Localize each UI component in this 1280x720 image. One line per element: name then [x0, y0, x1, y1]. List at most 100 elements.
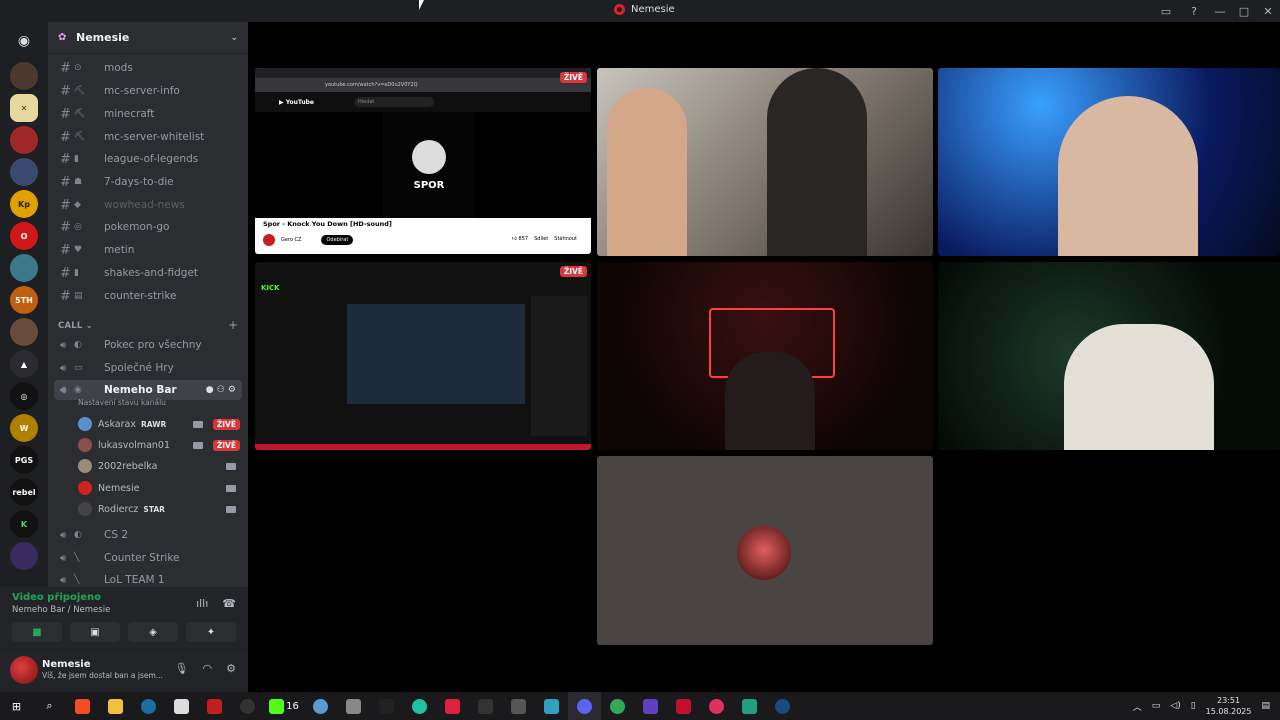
server-icon[interactable]: O — [10, 222, 38, 250]
server-icon[interactable] — [10, 126, 38, 154]
close-button[interactable]: ✕ — [1256, 0, 1280, 22]
channel-avatar[interactable] — [263, 234, 275, 246]
volume-icon[interactable]: ◁) — [1170, 701, 1180, 711]
channel-pokemon-go[interactable]: # ◎ pokemon-go — [54, 217, 242, 237]
discord-icon[interactable] — [568, 692, 601, 720]
voice-member[interactable]: Rodiercz STAR — [78, 499, 240, 519]
add-channel-icon[interactable]: + — [228, 318, 238, 332]
voice-member[interactable]: Nemesie — [78, 478, 240, 498]
like-button[interactable]: 👍︎ 857 — [512, 236, 528, 242]
voice-member[interactable]: Askarax RAWR ŽIVĚ — [78, 414, 240, 434]
server-icon[interactable] — [10, 158, 38, 186]
channel-league-of-legends[interactable]: # ▮ league-of-legends — [54, 149, 242, 169]
user-status[interactable]: Víš, že jsem dostal ban a jsem... — [42, 671, 164, 680]
server-icon[interactable] — [10, 542, 38, 570]
server-icon[interactable] — [10, 62, 38, 90]
channel-status-text[interactable]: Nastavení stavu kanálu — [78, 398, 166, 407]
avatar-tile[interactable] — [597, 456, 933, 645]
app-icon[interactable] — [733, 692, 766, 720]
app-icon[interactable] — [502, 692, 535, 720]
voice-member[interactable]: lukasvolman01 ŽIVĚ — [78, 435, 240, 455]
soundboard-button[interactable]: ✦ — [186, 622, 236, 642]
camera-tile[interactable] — [597, 68, 933, 256]
category-call[interactable]: CALL ⌄ — [58, 321, 93, 331]
channel-name[interactable]: Gero CZ — [281, 237, 301, 243]
stream-tile-youtube[interactable]: youtube.com/watch?v=eD0u2V0Y2Q ▶ YouTube… — [255, 68, 591, 254]
app-icon[interactable] — [403, 692, 436, 720]
subscribe-button[interactable]: Odebírat — [321, 235, 354, 245]
user-name[interactable]: Nemesie — [42, 659, 91, 670]
discord-home-icon[interactable]: ◉ — [10, 27, 38, 55]
camera-tile[interactable] — [938, 262, 1280, 450]
minimize-button[interactable]: — — [1208, 0, 1232, 22]
inbox-icon[interactable]: ▭ — [1152, 0, 1180, 22]
app-icon[interactable] — [370, 692, 403, 720]
kick-icon[interactable]: 16 — [264, 692, 304, 720]
channel-minecraft[interactable]: # ⛏ minecraft — [54, 104, 242, 124]
guild-header[interactable]: ✿ Nemesie ⌄ — [48, 22, 248, 54]
server-icon[interactable] — [10, 254, 38, 282]
voice-status[interactable]: Video připojeno — [12, 592, 101, 603]
camera-tile[interactable] — [597, 262, 933, 450]
app-icon[interactable] — [337, 692, 370, 720]
app-icon[interactable] — [667, 692, 700, 720]
noise-suppression-icon[interactable]: ıllı — [196, 597, 208, 610]
help-icon[interactable]: ? — [1180, 0, 1208, 22]
channel-mods[interactable]: # ⊙ mods — [54, 58, 242, 78]
app-icon[interactable] — [165, 692, 198, 720]
app-icon[interactable] — [535, 692, 568, 720]
channel-actions[interactable]: ● ⚇ ⚙ — [206, 385, 236, 395]
app-icon[interactable] — [634, 692, 667, 720]
voice-channel-counter-strike[interactable]: 🔊︎ ╲ Counter Strike — [54, 548, 242, 568]
server-icon[interactable]: ✕ — [10, 94, 38, 122]
server-icon[interactable]: 5TH — [10, 286, 38, 314]
channel-wowhead-news[interactable]: # ◆ wowhead-news — [54, 195, 242, 215]
headphones-icon[interactable]: ◠ — [203, 662, 213, 675]
share-button[interactable]: Sdílet — [534, 236, 548, 242]
network-icon[interactable]: ▭ — [1152, 701, 1161, 711]
server-icon[interactable]: K — [10, 510, 38, 538]
channel-shakes-and-fidget[interactable]: # ▮ shakes-and-fidget — [54, 263, 242, 283]
download-button[interactable]: Stáhnout — [554, 236, 577, 242]
video-player[interactable]: SPOR — [255, 112, 591, 218]
clock[interactable]: 23:51 15.08.2025 — [1206, 695, 1252, 717]
chrome-icon[interactable] — [601, 692, 634, 720]
server-icon[interactable]: Kp — [10, 190, 38, 218]
voice-channel-cs2[interactable]: 🔊︎ ◐ CS 2 — [54, 525, 242, 545]
channel-counter-strike[interactable]: # ▤ counter-strike — [54, 286, 242, 306]
app-icon[interactable] — [304, 692, 337, 720]
voice-location[interactable]: Nemeho Bar / Nemesie — [12, 605, 110, 615]
notification-icon[interactable]: ▤ — [1261, 701, 1270, 711]
search-input[interactable]: Hledat — [353, 97, 435, 107]
channel-mc-server-whitelist[interactable]: # ⛏ mc-server-whitelist — [54, 127, 242, 147]
channel-metin[interactable]: # ♥ metin — [54, 240, 242, 260]
activity-button[interactable]: ◈ — [128, 622, 178, 642]
channel-mc-server-info[interactable]: # ⛏ mc-server-info — [54, 81, 242, 101]
stream-tile-kick[interactable]: KICK ŽIVĚ — [255, 262, 591, 450]
youtube-logo[interactable]: ▶ YouTube — [279, 99, 314, 106]
voice-member[interactable]: 2002rebelka — [78, 456, 240, 476]
microphone-icon[interactable]: 🎙︎ — [175, 662, 189, 675]
app-icon[interactable] — [198, 692, 231, 720]
disconnect-icon[interactable]: ☎ — [222, 597, 236, 610]
server-icon[interactable]: ▲ — [10, 350, 38, 378]
voice-channel-lol[interactable]: 🔊︎ ╲ LoL TEAM 1 — [54, 570, 242, 587]
epic-games-icon[interactable] — [469, 692, 502, 720]
server-icon[interactable] — [10, 318, 38, 346]
chevron-up-icon[interactable]: ︿ — [1133, 700, 1142, 713]
battery-icon[interactable]: ▯ — [1191, 701, 1196, 711]
maximize-button[interactable]: □ — [1232, 0, 1256, 22]
app-icon[interactable] — [700, 692, 733, 720]
server-icon[interactable]: rebel — [10, 478, 38, 506]
brave-icon[interactable] — [66, 692, 99, 720]
avatar[interactable] — [10, 656, 38, 684]
steam-icon[interactable] — [766, 692, 799, 720]
voice-channel-nemeho-bar[interactable]: 🔊︎ ◉ Nemeho Bar ● ⚇ ⚙ — [54, 380, 242, 400]
gear-icon[interactable]: ⚙ — [226, 662, 236, 675]
search-icon[interactable]: ⌕ — [33, 692, 66, 720]
voice-channel-pokec[interactable]: 🔊︎ ◐ Pokec pro všechny — [54, 335, 242, 355]
address-bar[interactable]: youtube.com/watch?v=eD0u2V0Y2Q — [325, 82, 418, 88]
camera-button[interactable]: ■ — [12, 622, 62, 642]
screenshare-button[interactable]: ▣ — [70, 622, 120, 642]
server-icon[interactable]: ◎ — [10, 382, 38, 410]
